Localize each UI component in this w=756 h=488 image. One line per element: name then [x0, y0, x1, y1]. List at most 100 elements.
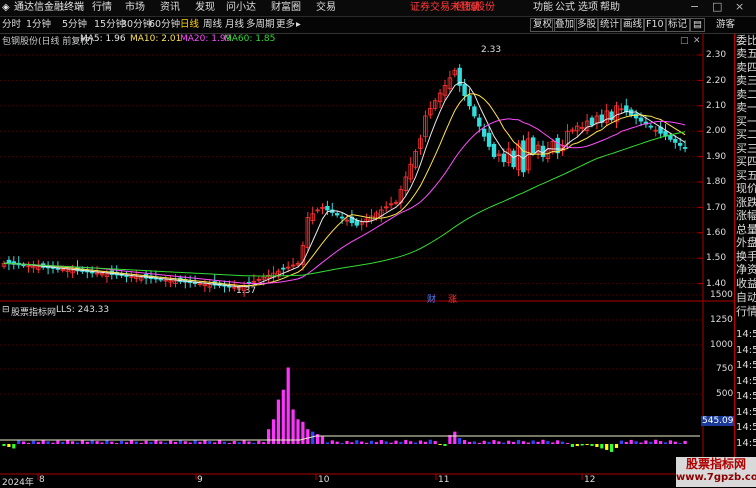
- indicator-bar: [492, 440, 496, 444]
- x-tick: 8: [39, 475, 45, 485]
- indicator-bar: [585, 444, 589, 445]
- indicator-bar: [497, 441, 501, 444]
- indicator-bar: [526, 442, 530, 444]
- quote-panel-item: 14:56: [736, 345, 756, 356]
- indicator-bar: [144, 440, 148, 444]
- indicator-bar: [507, 440, 511, 444]
- indicator-bar: [512, 441, 516, 444]
- indicator-bar: [394, 440, 398, 444]
- indicator-bar: [414, 442, 418, 444]
- indicator-bar: [605, 444, 609, 450]
- indicator-bar: [232, 440, 236, 444]
- ind-y-tick: 1500: [710, 290, 733, 300]
- close-icon[interactable]: ×: [735, 1, 744, 13]
- indicator-bar: [276, 399, 280, 444]
- indicator-bar: [521, 441, 525, 444]
- quote-panel-item: 总量: [736, 223, 756, 236]
- kline-chart[interactable]: [0, 0, 734, 487]
- indicator-bar: [600, 444, 604, 449]
- candle-body: [227, 285, 232, 288]
- indicator-bar: [516, 439, 521, 444]
- indicator-bar: [619, 440, 623, 444]
- indicator-bar: [75, 442, 80, 444]
- indicator-bar: [360, 441, 364, 444]
- quote-panel-item: 委比: [736, 34, 756, 47]
- indicator-bar: [71, 441, 75, 444]
- indicator-bar: [345, 440, 349, 444]
- quote-panel-item: 自动: [736, 291, 756, 304]
- quote-panel-item: 卖五: [736, 47, 756, 60]
- indicator-bar: [654, 439, 658, 444]
- reference-line: [0, 435, 700, 441]
- quote-panel-item: 收益: [736, 277, 756, 290]
- indicator-bar: [610, 444, 614, 452]
- watermark-url: www.7gpzb.com: [676, 472, 756, 483]
- indicator-bar: [56, 440, 60, 444]
- watermark-title: 股票指标网: [685, 457, 746, 471]
- candle-body: [462, 84, 467, 97]
- candle-body: [192, 282, 198, 284]
- current-indicator-value: 545.09: [701, 416, 735, 426]
- indicator-bar: [487, 442, 491, 444]
- indicator-bar: [61, 441, 65, 444]
- indicator-bar: [389, 442, 393, 444]
- indicator-bar: [438, 444, 442, 445]
- y-tick: 2.30: [706, 50, 727, 60]
- candle-body: [472, 106, 477, 117]
- candle-body: [633, 113, 639, 119]
- indicator-bar: [570, 444, 574, 447]
- candle-body: [90, 271, 95, 274]
- quote-panel-item: 14:56: [736, 391, 756, 402]
- quote-panel-item: 换手: [736, 250, 756, 263]
- x-tick: 10: [318, 475, 330, 485]
- indicator-bar: [31, 440, 35, 444]
- y-tick: 1.80: [706, 177, 727, 187]
- site-watermark: 股票指标网 www.7gpzb.com: [676, 457, 756, 487]
- indicator-bar: [193, 440, 197, 444]
- indicator-bar: [663, 442, 668, 444]
- ma20-line: [3, 118, 686, 284]
- y-tick: 1.60: [706, 228, 727, 238]
- candle-body: [648, 125, 653, 128]
- quote-panel-item: 外盘: [736, 236, 756, 249]
- finance-marker[interactable]: 财: [427, 292, 436, 305]
- indicator-bar: [418, 440, 423, 444]
- indicator-bar: [644, 440, 648, 444]
- candle-body: [325, 205, 330, 211]
- indicator-bar: [673, 441, 677, 444]
- quote-panel-item: 14:56: [736, 422, 756, 433]
- candle-body: [682, 147, 688, 149]
- rise-marker[interactable]: 涨: [448, 292, 457, 305]
- indicator-bar: [252, 442, 256, 444]
- indicator-bar: [335, 441, 339, 444]
- indicator-bar: [124, 442, 129, 444]
- y-tick: 2.20: [706, 76, 727, 86]
- indicator-bar: [683, 440, 687, 444]
- candle-body: [334, 213, 340, 216]
- indicator-bar: [222, 441, 227, 444]
- indicator-bar: [26, 442, 31, 444]
- indicator-bar: [399, 441, 403, 444]
- indicator-bar: [237, 442, 241, 444]
- candle-body: [354, 220, 359, 226]
- candle-body: [21, 264, 26, 267]
- candle-body: [638, 117, 644, 122]
- candle-body: [339, 216, 345, 219]
- indicator-bar: [634, 441, 638, 444]
- indicator-collapse-icon[interactable]: ⊟: [2, 305, 10, 315]
- candle-body: [477, 117, 482, 127]
- indicator-bar: [267, 429, 271, 444]
- candle-body: [501, 153, 506, 163]
- quote-panel-item: 买二: [736, 128, 756, 141]
- indicator-bar: [22, 441, 26, 444]
- indicator-bar: [218, 440, 222, 444]
- quote-panel-item: 买五: [736, 169, 756, 182]
- indicator-bar: [536, 441, 540, 444]
- candle-body: [481, 128, 487, 137]
- indicator-bar: [129, 440, 133, 444]
- indicator-bar: [164, 442, 168, 444]
- x-tick: 2024年: [2, 478, 34, 488]
- indicator-bar: [590, 444, 594, 446]
- candle-body: [281, 267, 286, 270]
- candle-body: [531, 137, 536, 154]
